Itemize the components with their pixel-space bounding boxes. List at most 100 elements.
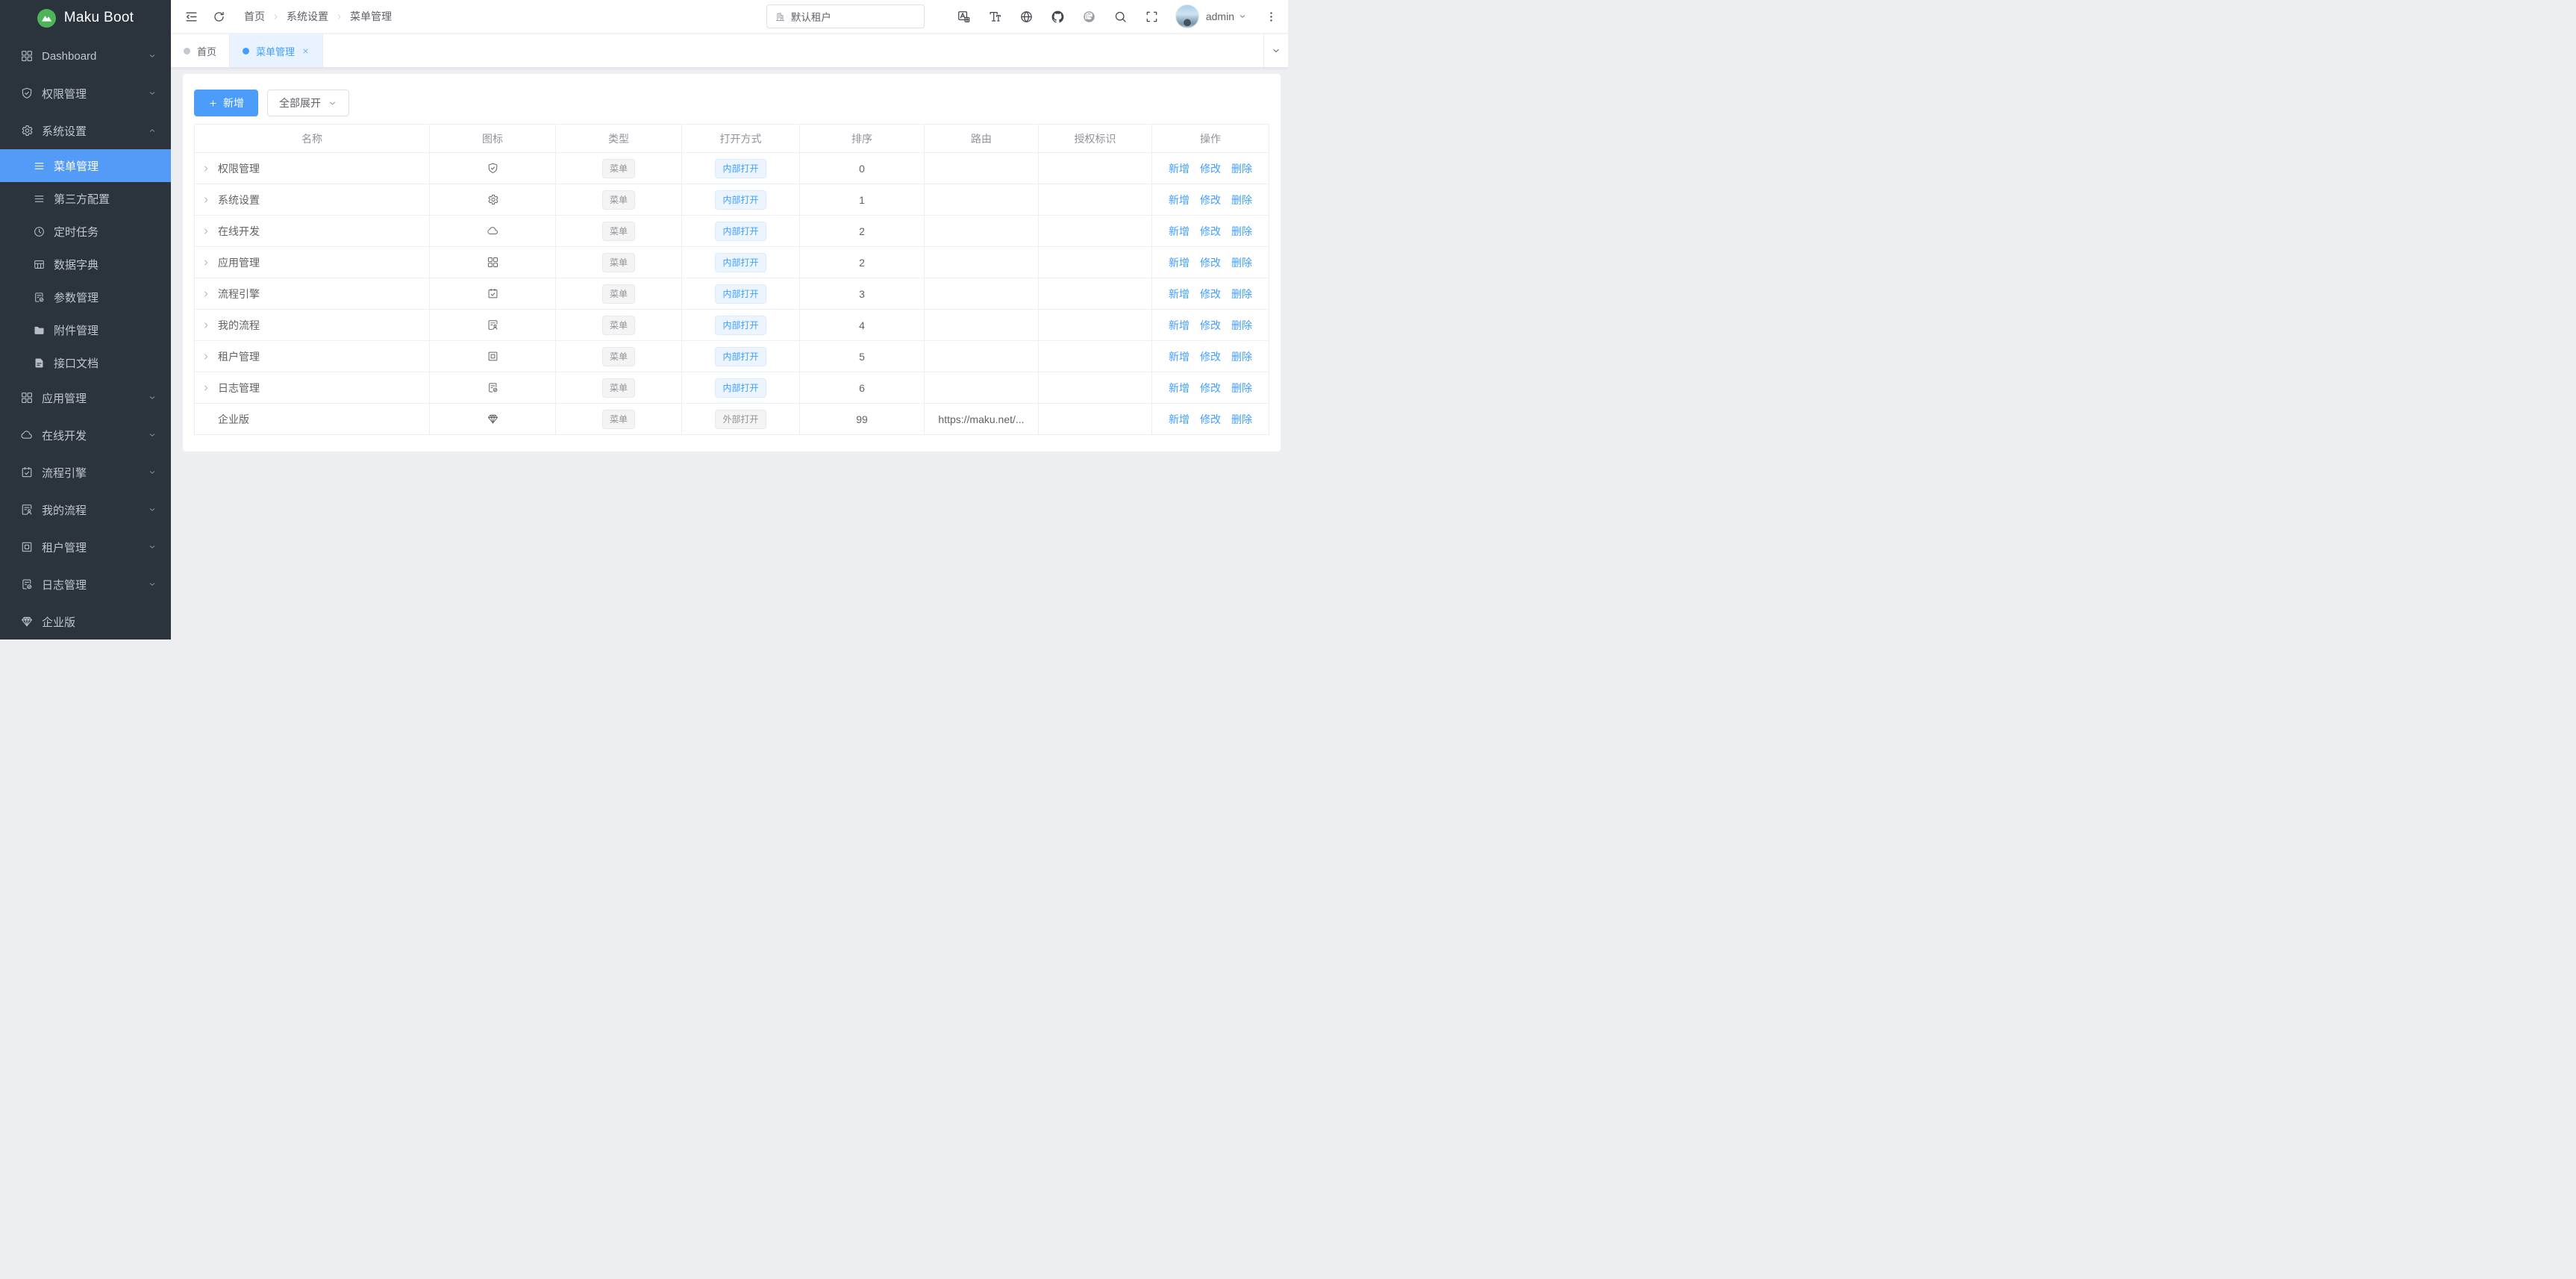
tab-list-dropdown[interactable] [1263, 34, 1288, 67]
sidebar-item-log[interactable]: 日志管理 [0, 566, 171, 603]
row-edit-link[interactable]: 修改 [1200, 194, 1221, 206]
dict-icon [33, 258, 46, 271]
auth-value [1039, 278, 1152, 310]
row-delete-link[interactable]: 删除 [1231, 382, 1252, 394]
row-delete-link[interactable]: 删除 [1231, 194, 1252, 206]
table-row: 权限管理菜单内部打开0新增修改删除 [195, 153, 1269, 184]
tenant-icon [20, 540, 34, 554]
sidebar-item-workflow[interactable]: 流程引擎 [0, 454, 171, 491]
row-add-link[interactable]: 新增 [1169, 382, 1189, 394]
row-delete-link[interactable]: 删除 [1231, 319, 1252, 331]
row-delete-link[interactable]: 删除 [1231, 225, 1252, 237]
tab-bar: 首页菜单管理 [171, 34, 1288, 67]
gitee-icon[interactable] [1082, 10, 1096, 24]
content-area: 新增 全部展开 名称图标类型打开方式排序路由授权标识操作 权限管理菜单内部打开0… [171, 67, 1288, 640]
menu-name-cell: 权限管理 [195, 161, 429, 176]
expand-row-icon[interactable] [201, 164, 211, 173]
expand-row-icon[interactable] [201, 352, 211, 361]
user-menu[interactable]: admin [1175, 4, 1247, 28]
sidebar-item-dashboard[interactable]: Dashboard [0, 37, 171, 75]
row-edit-link[interactable]: 修改 [1200, 351, 1221, 363]
row-delete-link[interactable]: 删除 [1231, 351, 1252, 363]
chevron-up-icon [148, 126, 157, 135]
sidebar-menu: Dashboard 权限管理系统设置菜单管理第三方配置定时任务数据字典参数管理附件… [0, 36, 171, 640]
expand-row-icon[interactable] [201, 227, 211, 236]
refresh-icon[interactable] [213, 10, 225, 23]
row-delete-link[interactable]: 删除 [1231, 288, 1252, 300]
sidebar-item-params[interactable]: 参数管理 [0, 281, 171, 313]
row-add-link[interactable]: 新增 [1169, 413, 1189, 425]
row-edit-link[interactable]: 修改 [1200, 319, 1221, 331]
apps-icon [430, 256, 555, 269]
collapse-sidebar-icon[interactable] [184, 10, 198, 24]
row-add-link[interactable]: 新增 [1169, 288, 1189, 300]
sidebar-item-tenant[interactable]: 租户管理 [0, 528, 171, 566]
github-icon[interactable] [1051, 10, 1065, 24]
sidebar-item-api-doc[interactable]: 接口文档 [0, 346, 171, 379]
row-add-link[interactable]: 新增 [1169, 225, 1189, 237]
font-size-icon[interactable] [988, 10, 1002, 24]
expand-row-icon[interactable] [201, 290, 211, 298]
sidebar-item-menu-manage[interactable]: 菜单管理 [0, 149, 171, 182]
expand-row-icon[interactable] [201, 321, 211, 330]
row-edit-link[interactable]: 修改 [1200, 382, 1221, 394]
column-header: 操作 [1152, 125, 1269, 153]
tenant-select[interactable]: 默认租户 [766, 4, 925, 28]
row-delete-link[interactable]: 删除 [1231, 257, 1252, 269]
globe-icon[interactable] [1019, 10, 1034, 24]
sidebar-item-third-party[interactable]: 第三方配置 [0, 182, 171, 215]
sidebar-item-schedule[interactable]: 定时任务 [0, 215, 171, 248]
more-vertical-icon[interactable] [1265, 10, 1278, 23]
menu-name-cell: 应用管理 [195, 255, 429, 270]
sidebar: Maku Boot Dashboard权限管理系统设置菜单管理第三方配置定时任务… [0, 0, 171, 640]
row-add-link[interactable]: 新增 [1169, 194, 1189, 206]
actions-cell: 新增修改删除 [1152, 404, 1269, 435]
row-edit-link[interactable]: 修改 [1200, 225, 1221, 237]
close-icon[interactable] [301, 47, 310, 55]
breadcrumb-item[interactable]: 菜单管理 [350, 9, 392, 24]
expand-row-icon[interactable] [201, 196, 211, 204]
sidebar-item-label: 应用管理 [42, 390, 148, 406]
expand-row-icon[interactable] [201, 384, 211, 393]
sidebar-item-enterprise[interactable]: 企业版 [0, 603, 171, 640]
sidebar-item-label: 流程引擎 [42, 465, 148, 481]
row-edit-link[interactable]: 修改 [1200, 257, 1221, 269]
tab-home[interactable]: 首页 [171, 34, 230, 67]
sidebar-item-dict[interactable]: 数据字典 [0, 248, 171, 281]
sidebar-item-my-flow[interactable]: 我的流程 [0, 491, 171, 528]
search-icon[interactable] [1113, 10, 1128, 24]
breadcrumb-item[interactable]: 系统设置 [287, 9, 328, 24]
plus-icon [208, 98, 218, 108]
row-edit-link[interactable]: 修改 [1200, 163, 1221, 175]
sidebar-item-label: 系统设置 [42, 123, 148, 139]
sidebar-item-online-dev[interactable]: 在线开发 [0, 416, 171, 454]
row-add-link[interactable]: 新增 [1169, 319, 1189, 331]
fullscreen-icon[interactable] [1145, 10, 1159, 24]
expand-row-icon[interactable] [201, 258, 211, 267]
column-header: 路由 [925, 125, 1039, 153]
row-edit-link[interactable]: 修改 [1200, 413, 1221, 425]
cloud-icon [430, 225, 555, 237]
breadcrumb-item[interactable]: 首页 [244, 9, 265, 24]
row-delete-link[interactable]: 删除 [1231, 413, 1252, 425]
translate-icon[interactable] [957, 10, 971, 24]
row-add-link[interactable]: 新增 [1169, 351, 1189, 363]
sidebar-item-apps[interactable]: 应用管理 [0, 379, 171, 416]
sidebar-item-label: 我的流程 [42, 502, 148, 518]
sidebar-item-label: Dashboard [42, 50, 148, 63]
sidebar-item-system[interactable]: 系统设置 [0, 112, 171, 149]
sidebar-item-attachment[interactable]: 附件管理 [0, 313, 171, 346]
row-delete-link[interactable]: 删除 [1231, 163, 1252, 175]
header-actions [940, 10, 1159, 24]
row-edit-link[interactable]: 修改 [1200, 288, 1221, 300]
file-icon [33, 357, 46, 369]
sidebar-item-permission[interactable]: 权限管理 [0, 75, 171, 112]
tab-menu-manage[interactable]: 菜单管理 [230, 34, 323, 67]
workflow-icon [20, 466, 34, 479]
expand-all-button[interactable]: 全部展开 [267, 90, 349, 116]
chevron-down-icon [1238, 12, 1247, 21]
auth-value [1039, 216, 1152, 247]
row-add-link[interactable]: 新增 [1169, 257, 1189, 269]
add-button[interactable]: 新增 [194, 90, 258, 116]
row-add-link[interactable]: 新增 [1169, 163, 1189, 175]
